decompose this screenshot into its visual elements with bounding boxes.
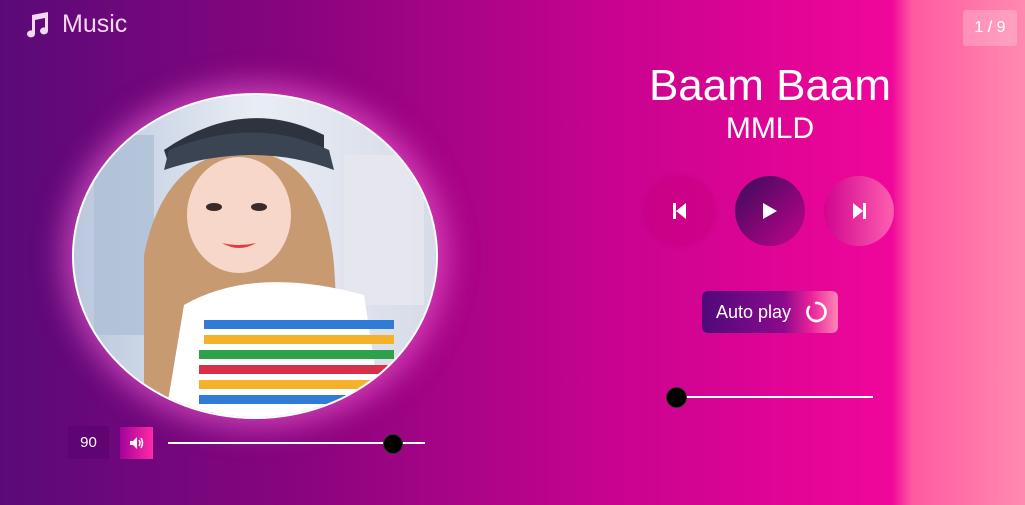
play-icon: [763, 203, 777, 219]
autoplay-button[interactable]: Auto play: [702, 291, 838, 333]
song-info: Baam Baam MMLD: [620, 62, 920, 146]
music-note-icon: [27, 11, 48, 37]
app-title: Music: [62, 10, 128, 38]
next-button[interactable]: [824, 176, 894, 246]
autoplay-label: Auto play: [716, 301, 792, 322]
volume-icon: [129, 437, 143, 449]
track-counter: 1 / 9: [963, 10, 1017, 46]
volume-value: 90: [68, 426, 109, 459]
app-header: Music: [24, 10, 127, 39]
album-art-image: [74, 95, 436, 417]
play-button[interactable]: [735, 176, 805, 246]
volume-slider-thumb[interactable]: [383, 434, 403, 454]
album-art: [72, 93, 438, 419]
mute-button[interactable]: [120, 427, 153, 459]
repeat-icon: [806, 301, 827, 323]
song-title: Baam Baam: [648, 61, 892, 110]
song-artist: MMLD: [725, 112, 815, 145]
previous-button[interactable]: [645, 176, 715, 246]
prev-icon: [673, 203, 686, 219]
progress-slider-track[interactable]: [676, 396, 873, 398]
progress-slider-thumb[interactable]: [666, 387, 687, 408]
next-icon: [853, 203, 866, 219]
